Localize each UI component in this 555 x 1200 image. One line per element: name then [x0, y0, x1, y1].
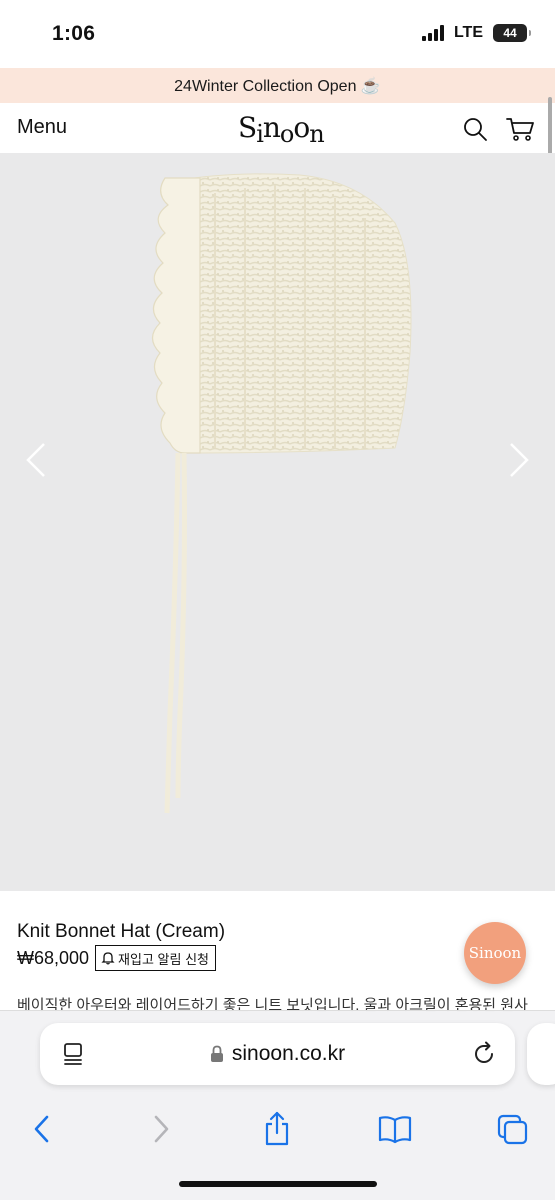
status-indicators: LTE 44 — [421, 24, 531, 42]
next-image-arrow-icon[interactable] — [505, 440, 533, 480]
address-bar[interactable]: sinoon.co.kr — [40, 1023, 515, 1085]
brand-logo[interactable]: Sinoon — [238, 111, 325, 148]
battery-level: 44 — [503, 26, 517, 40]
site-header: Menu Sinoon — [0, 103, 555, 153]
tabs-button[interactable] — [490, 1107, 534, 1151]
bookmarks-button[interactable] — [373, 1107, 417, 1151]
product-title: Knit Bonnet Hat (Cream) — [17, 921, 226, 942]
browser-toolbar: sinoon.co.kr — [0, 1010, 555, 1200]
chat-button[interactable]: Sinoon — [464, 922, 526, 984]
network-type: LTE — [453, 24, 483, 41]
knit-bonnet-image — [151, 173, 412, 814]
announcement-text: 24Winter Collection Open ☕️ — [174, 77, 381, 95]
tabs-icon — [497, 1114, 528, 1145]
search-icon[interactable] — [462, 116, 488, 142]
lock-icon — [210, 1045, 223, 1062]
status-bar: 1:06 LTE 44 — [0, 0, 555, 68]
back-icon — [34, 1115, 49, 1143]
battery-icon: 44 — [493, 24, 531, 42]
next-tab-peek[interactable] — [527, 1023, 555, 1085]
announcement-bar[interactable]: 24Winter Collection Open ☕️ — [0, 68, 555, 103]
cart-icon[interactable] — [505, 115, 535, 143]
cellular-signal-icon — [421, 25, 444, 41]
forward-button[interactable] — [139, 1107, 183, 1151]
reload-icon[interactable] — [470, 1040, 498, 1068]
chat-button-logo: Sinoon — [468, 944, 522, 962]
back-button[interactable] — [20, 1107, 64, 1151]
previous-image-arrow-icon[interactable] — [22, 440, 50, 480]
bell-icon — [101, 952, 115, 965]
url-text: sinoon.co.kr — [231, 1042, 346, 1065]
bookmarks-icon — [378, 1116, 412, 1144]
price-row: ₩68,000 재입고 알림 신청 — [17, 945, 216, 971]
forward-icon — [154, 1115, 169, 1143]
share-button[interactable] — [255, 1107, 299, 1151]
product-image-carousel[interactable] — [0, 153, 555, 891]
product-price: ₩68,000 — [17, 947, 90, 968]
url-display: sinoon.co.kr — [40, 1023, 515, 1085]
restock-alert-button[interactable]: 재입고 알림 신청 — [95, 945, 216, 971]
share-icon — [265, 1111, 289, 1146]
menu-button[interactable]: Menu — [17, 116, 67, 139]
restock-alert-label: 재입고 알림 신청 — [118, 951, 209, 967]
home-indicator[interactable] — [179, 1181, 377, 1187]
status-time: 1:06 — [52, 22, 96, 45]
